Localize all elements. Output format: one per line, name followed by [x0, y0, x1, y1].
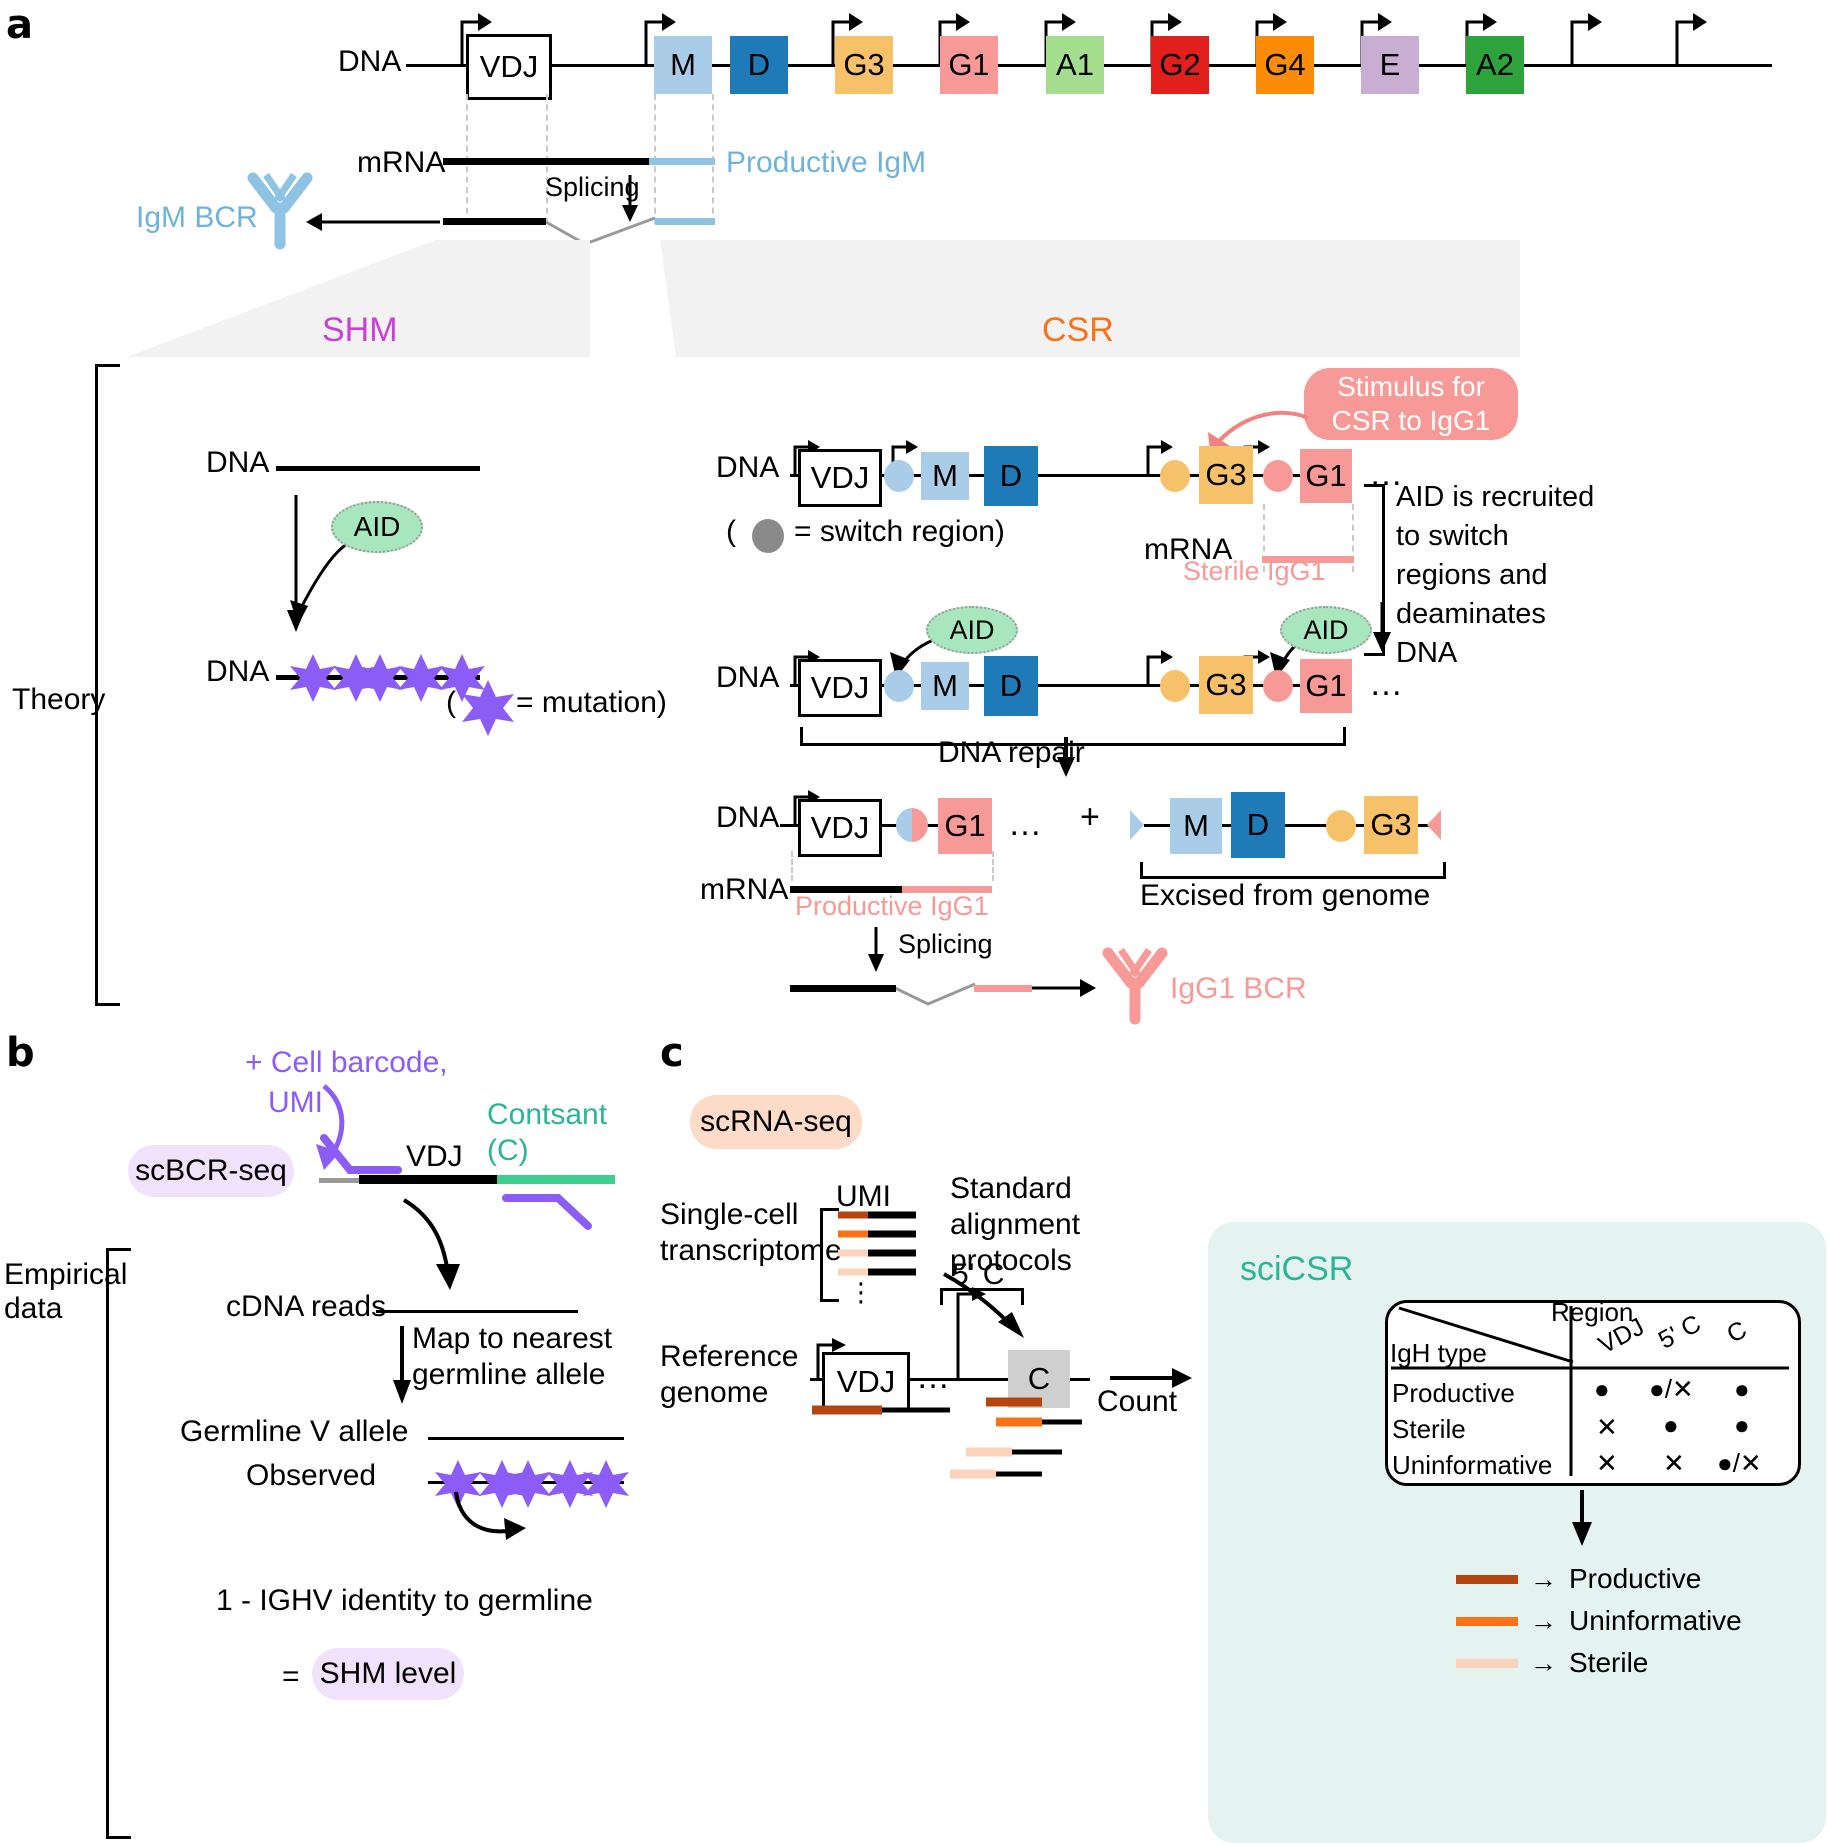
- table-cell-sterile-vdj: ✕: [1596, 1412, 1618, 1442]
- equals-sign: =: [282, 1660, 300, 1693]
- b-identity-arrow: [454, 1491, 526, 1540]
- legend-swatch-sterile: [1456, 1658, 1518, 1668]
- table-cell-sterile-5c: ●: [1663, 1410, 1679, 1440]
- shm-level-badge: SHM level: [312, 1648, 464, 1700]
- legend-label-uninformative: Uninformative: [1569, 1605, 1742, 1636]
- germline-v-line: [428, 1437, 624, 1440]
- legend-label-sterile: Sterile: [1569, 1647, 1649, 1678]
- table-row-label-sterile: Sterile: [1392, 1414, 1466, 1444]
- table-cell-uninformative-vdj: ✕: [1596, 1448, 1618, 1478]
- table-row-label-uninformative: Uninformative: [1392, 1450, 1553, 1480]
- c-aligned-reads: [812, 1397, 1082, 1479]
- legend-item-sterile: → Sterile: [1456, 1642, 1796, 1684]
- table-cell-uninformative-5c: ✕: [1663, 1448, 1685, 1478]
- observed-label: Observed: [246, 1459, 377, 1492]
- identity-formula: 1 - IGHV identity to germline: [216, 1584, 593, 1617]
- legend-label-productive: Productive: [1569, 1563, 1702, 1594]
- scicsr-title: sciCSR: [1240, 1250, 1354, 1288]
- scicsr-legend: → Productive → Uninformative → Sterile: [1456, 1558, 1796, 1684]
- five-prime-c-label: 5' C: [952, 1258, 1005, 1291]
- legend-arrow-uninformative: →: [1530, 1605, 1557, 1636]
- germline-v-label: Germline V allele: [180, 1415, 409, 1448]
- count-label: Count: [1097, 1385, 1178, 1418]
- table-cell-productive-5c: ●/✕: [1649, 1374, 1694, 1404]
- five-prime-c-bracket: [940, 1288, 1024, 1305]
- legend-arrow-productive: →: [1530, 1563, 1557, 1594]
- table-cell-sterile-c: ●: [1734, 1410, 1750, 1440]
- table-cell-productive-vdj: ●: [1594, 1374, 1610, 1404]
- legend-swatch-productive: [1456, 1574, 1518, 1584]
- table-row-label-productive: Productive: [1392, 1378, 1515, 1408]
- c-promoters: [816, 1287, 986, 1380]
- table-cell-uninformative-c: ●/✕: [1717, 1448, 1762, 1478]
- legend-swatch-uninformative: [1456, 1616, 1518, 1626]
- legend-item-productive: → Productive: [1456, 1558, 1796, 1600]
- legend-arrow-sterile: →: [1530, 1647, 1557, 1678]
- table-corner-ightype: IgH type: [1390, 1338, 1487, 1368]
- scicsr-down-arrow: [1572, 1490, 1592, 1546]
- table-cell-productive-c: ●: [1734, 1374, 1750, 1404]
- legend-item-uninformative: → Uninformative: [1456, 1600, 1796, 1642]
